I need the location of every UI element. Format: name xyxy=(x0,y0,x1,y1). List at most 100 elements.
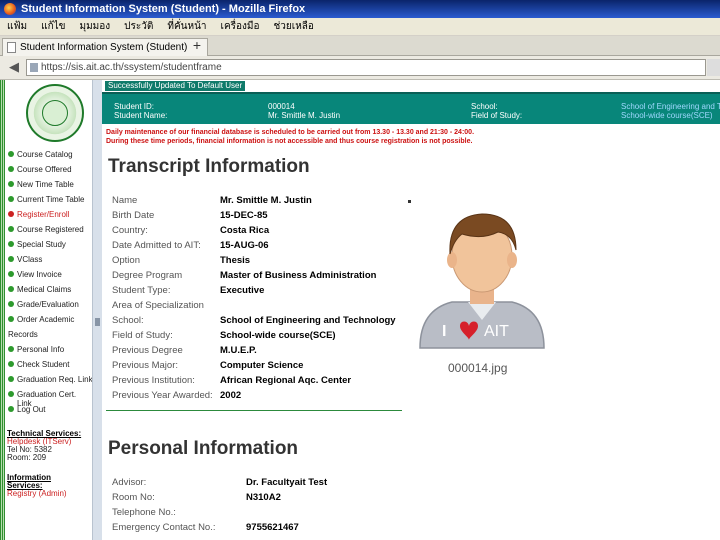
bullet-icon xyxy=(8,406,14,412)
bullet-icon xyxy=(8,391,14,397)
maintenance-notice: Daily maintenance of our financial datab… xyxy=(106,128,718,146)
bullet-icon xyxy=(8,271,14,277)
new-tab-button[interactable]: + xyxy=(190,38,204,54)
sidebar-item-graduation-req-link[interactable]: Graduation Req. Link xyxy=(7,375,93,390)
transcript-row: Previous Major: Computer Science xyxy=(112,360,304,371)
url-text: https://sis.ait.ac.th/ssystem/studentfra… xyxy=(41,62,222,73)
personal-row: Telephone No.: xyxy=(112,507,176,518)
sidebar-item-records[interactable]: Records xyxy=(7,330,93,345)
transcript-row: Field of Study: School-wide course(SCE) xyxy=(112,330,336,341)
sidebar-item-vclass[interactable]: VClass xyxy=(7,255,93,270)
sidebar-item-personal-info[interactable]: Personal Info xyxy=(7,345,93,360)
page-icon xyxy=(7,42,16,53)
institute-logo xyxy=(26,84,84,142)
sidebar-item-view-invoice[interactable]: View Invoice xyxy=(7,270,93,285)
sidebar-item-medical-claims[interactable]: Medical Claims xyxy=(7,285,93,300)
school-label: School: xyxy=(471,102,498,111)
personal-row: Room No: N310A2 xyxy=(112,492,281,503)
tab-title: Student Information System (Student) xyxy=(20,42,188,53)
student-name-label: Student Name: xyxy=(114,111,168,120)
school-value: School of Engineering and Technology xyxy=(621,102,720,111)
bullet-icon xyxy=(8,376,14,382)
sidebar: Course Catalog Course Offered New Time T… xyxy=(5,80,93,540)
bullet-icon xyxy=(8,166,14,172)
menu-bookmarks[interactable]: ที่คั่นหน้า xyxy=(160,19,213,34)
sidebar-item-course-registered[interactable]: Course Registered xyxy=(7,225,93,240)
transcript-row: Previous Institution: African Regional Aq… xyxy=(112,375,352,386)
transcript-row: Country: Costa Rica xyxy=(112,225,270,236)
field-of-study-value: School-wide course(SCE) xyxy=(621,111,713,120)
sidebar-item-order-academic[interactable]: Order Academic xyxy=(7,315,93,330)
toolbar-overflow[interactable] xyxy=(707,59,720,76)
menu-edit[interactable]: แก้ไข xyxy=(34,19,72,34)
bullet-icon xyxy=(8,316,14,322)
firefox-icon xyxy=(4,3,16,15)
sidebar-menu: Course Catalog Course Offered New Time T… xyxy=(7,150,93,420)
window-title: Student Information System (Student) - M… xyxy=(21,3,306,15)
transcript-row: Previous Degree M.U.E.P. xyxy=(112,345,257,356)
menu-history[interactable]: ประวัติ xyxy=(117,19,160,34)
helpdesk-room: Room: 209 xyxy=(7,453,47,462)
bullet-icon xyxy=(8,241,14,247)
bullet-icon xyxy=(8,301,14,307)
sidebar-item-register-enroll[interactable]: Register/Enroll xyxy=(7,210,93,225)
section-divider xyxy=(106,410,402,411)
splitter-grip-icon[interactable] xyxy=(95,318,100,326)
menu-help[interactable]: ช่วยเหลือ xyxy=(267,19,321,34)
bullet-icon xyxy=(8,256,14,262)
bullet-icon xyxy=(8,211,14,217)
personal-row: Emergency Contact No.: 9755621467 xyxy=(112,522,299,533)
transcript-row: Birth Date 15-DEC-85 xyxy=(112,210,268,221)
transcript-row: Previous Year Awarded: 2002 xyxy=(112,390,242,401)
menu-bar: แฟ้ม แก้ไข มุมมอง ประวัติ ที่คั่นหน้า เค… xyxy=(0,18,720,36)
shirt-text-i: I xyxy=(442,323,446,340)
sidebar-item-special-study[interactable]: Special Study xyxy=(7,240,93,255)
bullet-icon xyxy=(8,361,14,367)
student-name-value: Mr. Smittle M. Justin xyxy=(268,111,341,120)
sidebar-item-grade-evaluation[interactable]: Grade/Evaluation xyxy=(7,300,93,315)
sidebar-item-new-time-table[interactable]: New Time Table xyxy=(7,180,93,195)
logo-emblem xyxy=(42,100,68,126)
sidebar-item-graduation-cert-link[interactable]: Graduation Cert. Link xyxy=(7,390,93,408)
sidebar-item-check-student[interactable]: Check Student xyxy=(7,360,93,375)
url-bar[interactable]: https://sis.ait.ac.th/ssystem/studentfra… xyxy=(26,59,706,76)
photo-caption: 000014.jpg xyxy=(448,361,508,375)
frame-splitter[interactable] xyxy=(92,80,102,540)
personal-row: Advisor: Dr. Facultyait Test xyxy=(112,477,328,488)
bullet-icon xyxy=(8,151,14,157)
navigation-bar: ◀ https://sis.ait.ac.th/ssystem/studentf… xyxy=(0,56,720,80)
sidebar-item-course-catalog[interactable]: Course Catalog xyxy=(7,150,93,165)
student-photo: I AIT xyxy=(419,213,545,349)
bullet-icon xyxy=(8,196,14,202)
menu-file[interactable]: แฟ้ม xyxy=(0,19,34,34)
status-message: Successfully Updated To Default User xyxy=(105,81,246,91)
personal-title: Personal Information xyxy=(108,438,299,459)
bullet-icon xyxy=(8,181,14,187)
sidebar-item-course-offered[interactable]: Course Offered xyxy=(7,165,93,180)
student-info-band: Student ID: Student Name: 000014 Mr. Smi… xyxy=(102,92,720,124)
bullet-icon xyxy=(8,286,14,292)
bullet-icon xyxy=(8,226,14,232)
registry-link[interactable]: Registry (Admin) xyxy=(7,490,93,498)
transcript-row: Student Type: Executive xyxy=(112,285,265,296)
transcript-title: Transcript Information xyxy=(108,156,310,177)
tab-bar: Student Information System (Student) + xyxy=(0,36,720,56)
information-services: Information Services: Registry (Admin) xyxy=(7,474,93,498)
transcript-row: Area of Specialization xyxy=(112,300,204,311)
sidebar-item-current-time-table[interactable]: Current Time Table xyxy=(7,195,93,210)
shirt-text-ait: AIT xyxy=(484,323,509,340)
window-titlebar: Student Information System (Student) - M… xyxy=(0,0,720,18)
menu-tools[interactable]: เครื่องมือ xyxy=(214,19,267,34)
transcript-row: Name Mr. Smittle M. Justin xyxy=(112,195,312,206)
menu-view[interactable]: มุมมอง xyxy=(73,19,118,34)
notice-line-2: During these time periods, financial inf… xyxy=(106,138,473,145)
main-frame: Successfully Updated To Default User Stu… xyxy=(102,80,720,540)
transcript-row: School: School of Engineering and Technol… xyxy=(112,315,396,326)
notice-line-1: Daily maintenance of our financial datab… xyxy=(106,129,475,136)
student-id-label: Student ID: xyxy=(114,102,155,111)
technical-services: Technical Services: Helpdesk (ITServ) Te… xyxy=(7,430,93,462)
back-arrow-icon[interactable]: ◀ xyxy=(6,59,22,75)
tab-student-info[interactable]: Student Information System (Student) xyxy=(2,38,208,56)
site-identity-icon xyxy=(30,63,38,72)
bullet-dot xyxy=(408,200,411,203)
